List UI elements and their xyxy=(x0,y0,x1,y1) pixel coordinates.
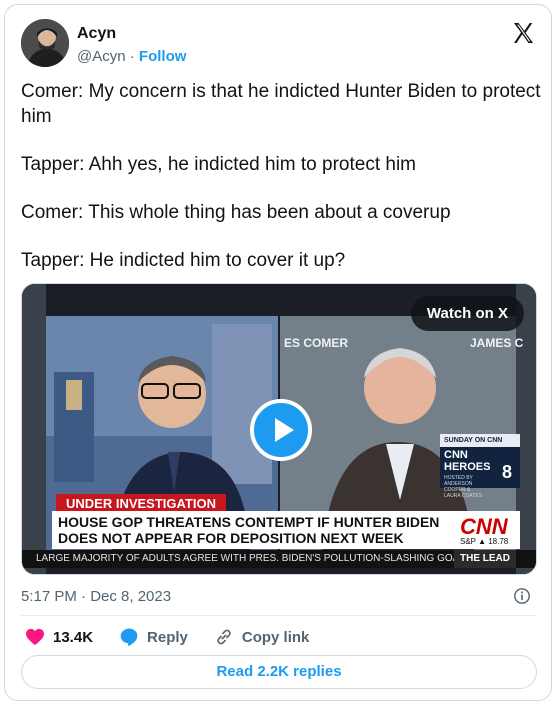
author-handle-row: @Acyn · Follow xyxy=(77,48,186,65)
tweet-line: Comer: This whole thing has been about a… xyxy=(21,202,451,223)
action-bar: 13.4K Reply Copy link xyxy=(25,626,335,648)
tweet-timestamp[interactable]: 5:17 PM · Dec 8, 2023 xyxy=(21,588,171,605)
reply-bubble-icon xyxy=(120,628,138,647)
heart-icon xyxy=(26,628,44,646)
tweet-card: Acyn @Acyn · Follow Comer: My concern is… xyxy=(4,4,552,701)
copy-link-label: Copy link xyxy=(241,628,310,646)
avatar-image xyxy=(21,19,69,67)
promo-box: SUNDAY ON CNN CNN HEROES HOSTED BY ANDER… xyxy=(440,434,520,499)
link-icon xyxy=(217,629,231,645)
tweet-line: Comer: My concern is that he indicted Hu… xyxy=(21,81,541,127)
read-replies-button[interactable]: Read 2.2K replies xyxy=(21,655,537,689)
like-count: 13.4K xyxy=(53,628,94,646)
author-name[interactable]: Acyn xyxy=(77,25,116,43)
market-ticker: S&P ▲ 18.78 xyxy=(460,537,509,546)
copy-link-button[interactable]: Copy link xyxy=(214,627,310,647)
tweet-line: Tapper: He indicted him to cover it up? xyxy=(21,250,346,271)
reply-button[interactable]: Reply xyxy=(119,627,188,647)
promo-hosts: HOSTED BY ANDERSON COOPER & LAURA COATES xyxy=(444,475,482,499)
tweet-text: Comer: My concern is that he indicted Hu… xyxy=(21,79,541,296)
info-icon[interactable] xyxy=(513,587,531,605)
divider xyxy=(21,615,537,616)
backdrop-nameplate: ES COMER xyxy=(284,336,349,350)
promo-time: 8 xyxy=(501,462,512,482)
play-button[interactable] xyxy=(250,399,312,461)
lower-third-headline: HOUSE GOP THREATENS CONTEMPT IF HUNTER B… xyxy=(52,511,468,549)
watch-on-x-button[interactable]: Watch on X xyxy=(410,296,524,331)
headline-line-2: DOES NOT APPEAR FOR DEPOSITION NEXT WEEK xyxy=(58,530,404,546)
backdrop-nameplate: JAMES C xyxy=(470,336,524,350)
like-button[interactable]: 13.4K xyxy=(25,628,93,646)
tweet-line: Tapper: Ahh yes, he indicted him to prot… xyxy=(21,154,416,175)
play-icon xyxy=(275,418,294,442)
headline-line-1: HOUSE GOP THREATENS CONTEMPT IF HUNTER B… xyxy=(58,514,440,530)
follow-button[interactable]: Follow xyxy=(139,48,187,65)
video-player[interactable]: SUNDAY ON CNN CNN HEROES HOSTED BY ANDER… xyxy=(21,283,537,575)
handle-separator: · xyxy=(129,48,135,65)
reply-label: Reply xyxy=(147,628,188,646)
promo-top: SUNDAY ON CNN xyxy=(440,434,520,447)
x-logo-icon[interactable] xyxy=(511,21,535,45)
show-name: THE LEAD xyxy=(454,550,516,568)
network-logo-box: CNN S&P ▲ 18.78 xyxy=(454,511,520,549)
avatar[interactable] xyxy=(21,19,69,67)
author-handle[interactable]: @Acyn xyxy=(77,48,126,65)
